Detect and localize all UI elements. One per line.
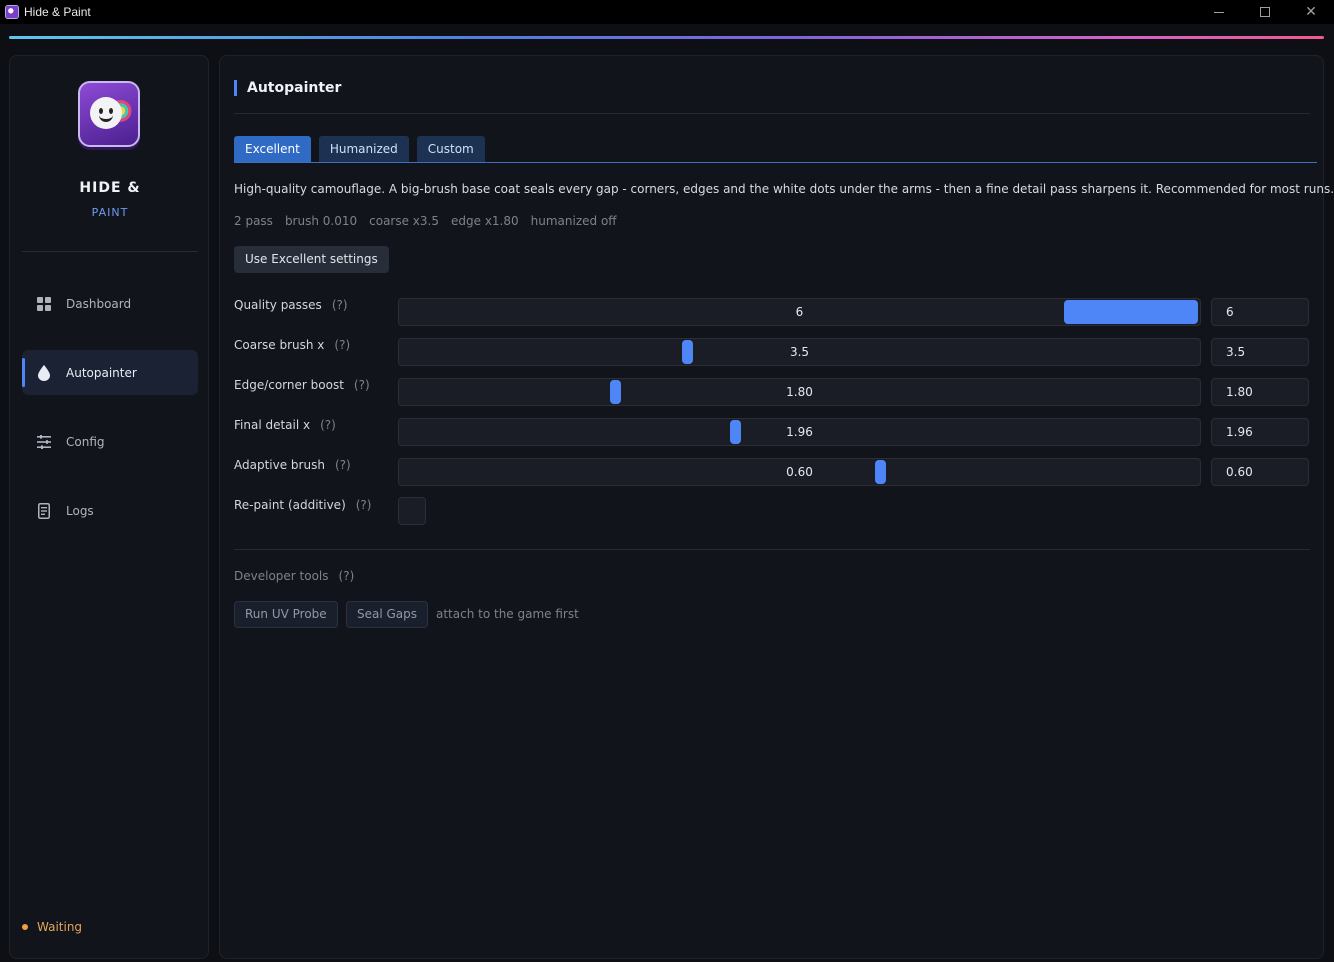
title-bar: Hide & Paint ✕ xyxy=(0,0,1334,24)
summary-humanized: humanized off xyxy=(530,214,617,228)
brand-subname: PAINT xyxy=(91,206,129,219)
help-icon[interactable]: (?) xyxy=(356,498,372,512)
window-title: Hide & Paint xyxy=(24,5,91,19)
sidebar-item-label: Logs xyxy=(66,503,94,518)
tab-custom[interactable]: Custom xyxy=(416,136,485,162)
tab-underline xyxy=(234,162,1317,163)
tab-humanized[interactable]: Humanized xyxy=(318,136,409,162)
slider-handle[interactable] xyxy=(610,380,621,404)
logo-eye xyxy=(109,108,113,114)
help-icon[interactable]: (?) xyxy=(320,418,336,432)
close-button[interactable]: ✕ xyxy=(1288,0,1334,24)
repaint-checkbox[interactable] xyxy=(398,497,426,525)
edge-boost-label: Edge/corner boost (?) xyxy=(234,378,370,392)
maximize-icon xyxy=(1260,7,1270,17)
setting-label: Edge/corner boost xyxy=(234,378,344,392)
sidebar-item-config[interactable]: Config xyxy=(22,419,198,464)
final-detail-label: Final detail x (?) xyxy=(234,418,336,432)
page-title: Autopainter xyxy=(234,80,341,96)
developer-note: attach to the game first xyxy=(436,607,579,621)
final-detail-slider[interactable]: 1.96 xyxy=(398,418,1201,446)
logo-mouth xyxy=(99,115,113,122)
sidebar-divider xyxy=(22,251,198,252)
slider-handle[interactable] xyxy=(730,420,741,444)
sidebar-item-label: Dashboard xyxy=(66,296,132,311)
document-icon xyxy=(36,502,52,519)
setting-label: Final detail x xyxy=(234,418,311,432)
status-indicator: Waiting xyxy=(22,920,82,934)
grid-icon xyxy=(36,296,52,312)
sidebar: HIDE & PAINT Dashboard Autopainter Confi… xyxy=(9,55,209,959)
adaptive-brush-slider[interactable]: 0.60 xyxy=(398,458,1201,486)
slider-value: 3.5 xyxy=(789,345,810,359)
edge-boost-slider[interactable]: 1.80 xyxy=(398,378,1201,406)
slider-handle[interactable] xyxy=(1064,300,1198,324)
seal-gaps-button[interactable]: Seal Gaps xyxy=(346,601,429,628)
preset-description: High-quality camouflage. A big-brush bas… xyxy=(234,182,1334,196)
quality-passes-input[interactable]: 6 xyxy=(1211,298,1309,326)
slider-value: 1.96 xyxy=(786,425,813,439)
summary-brush: brush 0.010 xyxy=(284,214,358,228)
app-icon xyxy=(5,5,19,19)
setting-label: Coarse brush x xyxy=(234,338,325,352)
summary-passes: 2 pass xyxy=(234,214,273,228)
summary-edge: edge x1.80 xyxy=(451,214,519,228)
help-icon[interactable]: (?) xyxy=(332,298,348,312)
help-icon[interactable]: (?) xyxy=(334,338,350,352)
edge-boost-input[interactable]: 1.80 xyxy=(1211,378,1309,406)
sliders-icon xyxy=(36,434,52,450)
setting-label: Quality passes xyxy=(234,298,322,312)
section-divider xyxy=(234,549,1310,550)
logo-eye xyxy=(99,108,103,114)
droplet-icon xyxy=(36,364,52,381)
sidebar-item-label: Config xyxy=(66,434,105,449)
coarse-brush-slider[interactable]: 3.5 xyxy=(398,338,1201,366)
adaptive-brush-input[interactable]: 0.60 xyxy=(1211,458,1309,486)
use-preset-button[interactable]: Use Excellent settings xyxy=(234,246,389,273)
quality-passes-slider[interactable]: 6 xyxy=(398,298,1201,326)
logo-face xyxy=(90,97,122,129)
setting-label: Adaptive brush xyxy=(234,458,325,472)
main-panel: Autopainter Excellent Humanized Custom H… xyxy=(219,55,1334,959)
sidebar-item-autopainter[interactable]: Autopainter xyxy=(22,350,198,395)
help-icon[interactable]: (?) xyxy=(335,458,351,472)
help-icon[interactable]: (?) xyxy=(354,378,370,392)
slider-handle[interactable] xyxy=(682,340,693,364)
status-dot xyxy=(22,924,28,930)
minimize-icon xyxy=(1214,11,1224,13)
preset-tabs: Excellent Humanized Custom xyxy=(234,136,485,162)
coarse-brush-label: Coarse brush x (?) xyxy=(234,338,350,352)
run-uv-probe-button[interactable]: Run UV Probe xyxy=(234,601,338,628)
sidebar-item-label: Autopainter xyxy=(66,365,137,380)
slider-handle[interactable] xyxy=(875,460,886,484)
preset-summary: 2 pass brush 0.010 coarse x3.5 edge x1.8… xyxy=(234,214,617,228)
coarse-brush-input[interactable]: 3.5 xyxy=(1211,338,1309,366)
title-divider xyxy=(234,113,1310,114)
minimize-button[interactable] xyxy=(1196,0,1242,24)
adaptive-brush-label: Adaptive brush (?) xyxy=(234,458,351,472)
sidebar-item-logs[interactable]: Logs xyxy=(22,488,198,533)
brand-name: HIDE & xyxy=(79,180,141,196)
accent-strip xyxy=(9,36,1324,39)
help-icon[interactable]: (?) xyxy=(339,569,355,583)
sidebar-item-dashboard[interactable]: Dashboard xyxy=(22,281,198,326)
section-label: Developer tools xyxy=(234,569,329,583)
slider-value: 1.80 xyxy=(786,385,813,399)
quality-passes-label: Quality passes (?) xyxy=(234,298,348,312)
slider-value: 0.60 xyxy=(786,465,813,479)
setting-label: Re-paint (additive) xyxy=(234,498,346,512)
status-text: Waiting xyxy=(37,920,83,934)
developer-tools-label: Developer tools (?) xyxy=(234,569,354,583)
tab-excellent[interactable]: Excellent xyxy=(234,136,311,162)
summary-coarse: coarse x3.5 xyxy=(369,214,439,228)
repaint-label: Re-paint (additive) (?) xyxy=(234,498,371,512)
maximize-button[interactable] xyxy=(1242,0,1288,24)
app-logo xyxy=(78,81,140,147)
final-detail-input[interactable]: 1.96 xyxy=(1211,418,1309,446)
close-icon: ✕ xyxy=(1305,4,1317,20)
